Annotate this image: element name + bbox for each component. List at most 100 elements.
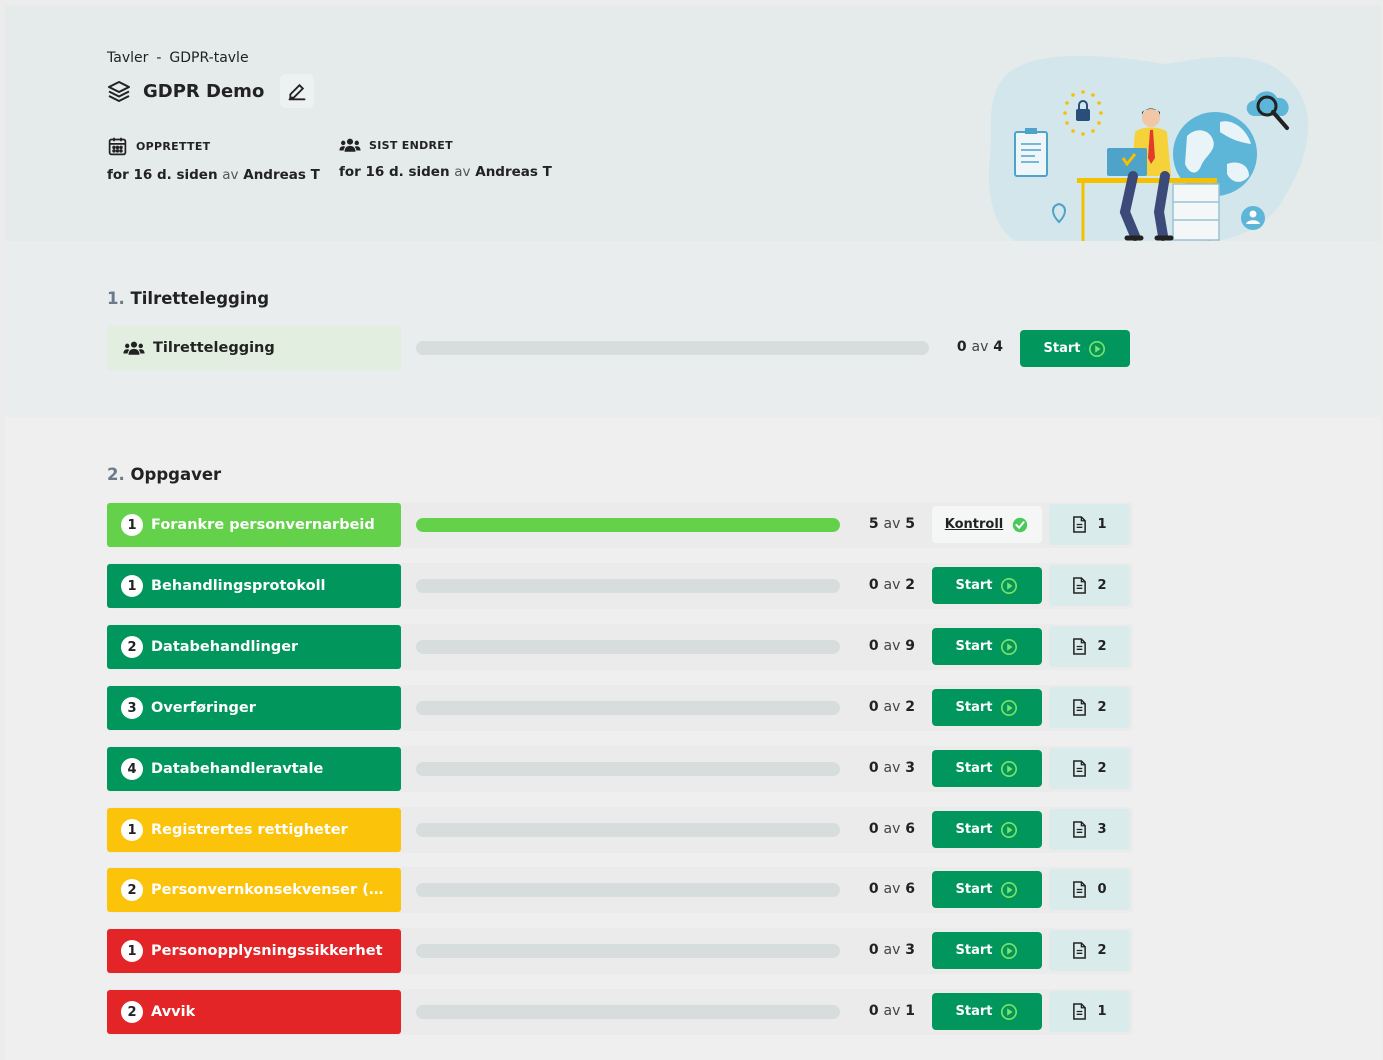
task-label: Forankre personvernarbeid bbox=[151, 517, 375, 533]
count-done: 0 bbox=[956, 339, 967, 355]
pencil-icon bbox=[288, 83, 306, 101]
progress-bar bbox=[416, 883, 840, 897]
task-item[interactable]: 2 Personvernkonsekvenser (DPI... bbox=[107, 868, 401, 912]
tilrettelegging-item[interactable]: Tilrettelegging bbox=[107, 326, 401, 370]
document-icon bbox=[1073, 516, 1087, 533]
task-item[interactable]: 3 Overføringer bbox=[107, 686, 401, 730]
documents-button[interactable]: 2 bbox=[1049, 930, 1130, 971]
task-label: Overføringer bbox=[151, 700, 256, 716]
kontroll-button[interactable]: Kontroll bbox=[932, 506, 1042, 543]
board-header: Tavler - GDPR-tavle GDPR Demo OPPRETTET … bbox=[5, 6, 1381, 241]
start-label: Start bbox=[955, 761, 993, 776]
calendar-icon bbox=[108, 137, 127, 156]
created-meta: OPPRETTET for 16 d. siden av Andreas T bbox=[107, 136, 320, 183]
task-item[interactable]: 2 Databehandlinger bbox=[107, 625, 401, 669]
section-title: 2. Oppgaver bbox=[107, 465, 221, 484]
count-av: av bbox=[883, 760, 901, 776]
task-item[interactable]: 4 Databehandleravtale bbox=[107, 747, 401, 791]
progress-count: 0 av 4 bbox=[935, 339, 1003, 355]
start-button[interactable]: Start bbox=[1020, 330, 1130, 367]
section-tilrettelegging: 1. Tilrettelegging Tilrettelegging 0 av … bbox=[5, 241, 1381, 417]
breadcrumb-separator: - bbox=[156, 50, 162, 66]
breadcrumb-current: GDPR-tavle bbox=[169, 50, 249, 66]
title-row: GDPR Demo bbox=[107, 74, 315, 108]
documents-button[interactable]: 2 bbox=[1049, 748, 1130, 789]
documents-count: 2 bbox=[1097, 943, 1107, 958]
task-number-badge: 1 bbox=[121, 819, 143, 841]
progress-bar bbox=[416, 762, 840, 776]
start-button[interactable]: Start bbox=[932, 628, 1042, 665]
page: Tavler - GDPR-tavle GDPR Demo OPPRETTET … bbox=[5, 6, 1381, 1060]
document-icon bbox=[1073, 821, 1087, 838]
documents-button[interactable]: 2 bbox=[1049, 626, 1130, 667]
documents-count: 2 bbox=[1097, 639, 1107, 654]
start-button[interactable]: Start bbox=[932, 750, 1042, 787]
count-av: av bbox=[883, 577, 901, 593]
documents-count: 1 bbox=[1097, 1004, 1107, 1019]
documents-count: 2 bbox=[1097, 761, 1107, 776]
documents-count: 1 bbox=[1097, 517, 1107, 532]
count-av: av bbox=[883, 881, 901, 897]
task-number-badge: 2 bbox=[121, 879, 143, 901]
documents-button[interactable]: 2 bbox=[1049, 565, 1130, 606]
created-label: OPPRETTET bbox=[136, 140, 211, 153]
count-av: av bbox=[971, 339, 989, 355]
task-label: Personopplysningssikkerhet bbox=[151, 943, 383, 959]
task-item[interactable]: 2 Avvik bbox=[107, 990, 401, 1034]
count-total: 3 bbox=[905, 942, 915, 958]
progress-count: 0 av 6 bbox=[845, 821, 915, 837]
task-item[interactable]: 1 Behandlingsprotokoll bbox=[107, 564, 401, 608]
count-av: av bbox=[883, 699, 901, 715]
document-icon bbox=[1073, 881, 1087, 898]
kontroll-label: Kontroll bbox=[944, 517, 1004, 532]
start-label: Start bbox=[955, 822, 993, 837]
progress-count: 0 av 6 bbox=[845, 881, 915, 897]
task-number-badge: 1 bbox=[121, 514, 143, 536]
play-icon bbox=[1001, 760, 1018, 777]
start-button[interactable]: Start bbox=[932, 567, 1042, 604]
documents-button[interactable]: 0 bbox=[1049, 869, 1130, 910]
count-done: 0 bbox=[868, 699, 879, 715]
task-label: Avvik bbox=[151, 1004, 196, 1020]
users-icon bbox=[339, 138, 361, 152]
documents-button[interactable]: 1 bbox=[1049, 991, 1130, 1032]
start-label: Start bbox=[955, 639, 993, 654]
edit-title-button[interactable] bbox=[280, 74, 315, 108]
count-total: 6 bbox=[905, 821, 915, 837]
start-label: Start bbox=[955, 943, 993, 958]
start-button[interactable]: Start bbox=[932, 871, 1042, 908]
progress-bar bbox=[416, 944, 840, 958]
task-item[interactable]: 1 Personopplysningssikkerhet bbox=[107, 929, 401, 973]
progress-count: 0 av 3 bbox=[845, 760, 915, 776]
document-icon bbox=[1073, 699, 1087, 716]
created-who: Andreas T bbox=[243, 167, 320, 183]
gdpr-illustration bbox=[988, 55, 1308, 241]
play-icon bbox=[1001, 942, 1018, 959]
count-done: 0 bbox=[868, 1003, 879, 1019]
task-label: Databehandlinger bbox=[151, 639, 299, 655]
count-total: 1 bbox=[905, 1003, 915, 1019]
progress-bar bbox=[416, 518, 840, 532]
start-button[interactable]: Start bbox=[932, 811, 1042, 848]
documents-button[interactable]: 3 bbox=[1049, 809, 1130, 850]
created-av: av bbox=[222, 167, 239, 183]
start-button[interactable]: Start bbox=[932, 932, 1042, 969]
task-number-badge: 2 bbox=[121, 1001, 143, 1023]
task-item[interactable]: 1 Forankre personvernarbeid bbox=[107, 503, 401, 547]
count-done: 0 bbox=[868, 821, 879, 837]
documents-button[interactable]: 1 bbox=[1049, 504, 1130, 545]
start-label: Start bbox=[955, 1004, 993, 1019]
count-done: 5 bbox=[868, 516, 879, 532]
documents-button[interactable]: 2 bbox=[1049, 687, 1130, 728]
task-item[interactable]: 1 Registrertes rettigheter bbox=[107, 808, 401, 852]
start-button[interactable]: Start bbox=[932, 993, 1042, 1030]
count-done: 0 bbox=[868, 881, 879, 897]
start-button[interactable]: Start bbox=[932, 689, 1042, 726]
progress-count: 0 av 1 bbox=[845, 1003, 915, 1019]
count-done: 0 bbox=[868, 577, 879, 593]
progress-count: 0 av 2 bbox=[845, 577, 915, 593]
start-label: Start bbox=[955, 882, 993, 897]
progress-bar bbox=[416, 640, 840, 654]
play-icon bbox=[1001, 699, 1018, 716]
breadcrumb-parent-link[interactable]: Tavler bbox=[107, 50, 148, 66]
